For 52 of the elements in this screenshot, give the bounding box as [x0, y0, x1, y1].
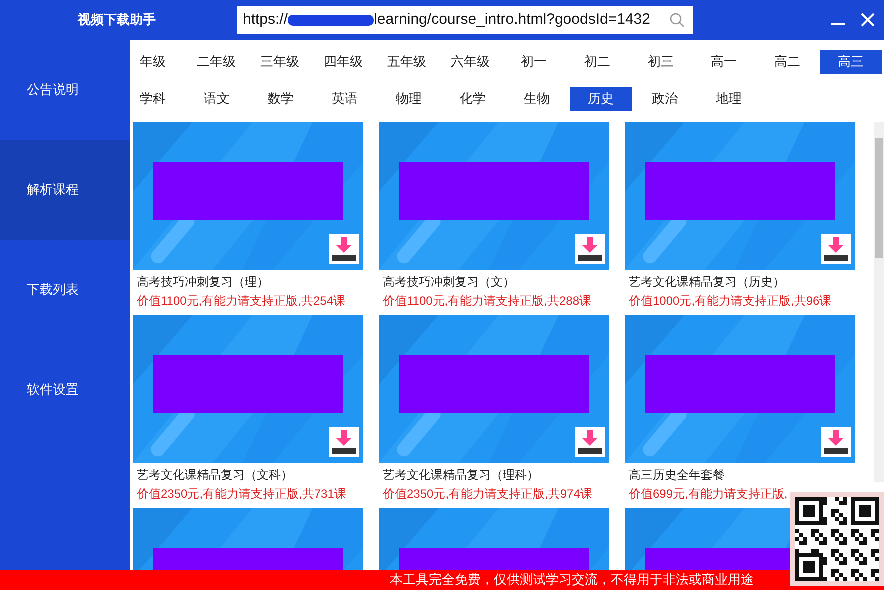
app-title: 视频下载助手 — [76, 11, 157, 30]
course-title[interactable]: 高考技巧冲刺复习（文） — [379, 270, 609, 291]
filter-option[interactable]: 二年级 — [186, 50, 248, 74]
url-field[interactable]: https:// learning/course_intro.html?goodsId=1432 — [237, 6, 693, 34]
filter-option[interactable]: 初三 — [630, 50, 692, 74]
search-icon[interactable] — [669, 12, 685, 28]
course-price: 价值1100元,有能力请支持正版,共288课 — [382, 293, 592, 310]
course-price: 价值1000元,有能力请支持正版,共96课 — [628, 293, 833, 310]
download-icon[interactable] — [821, 234, 851, 264]
filter-option[interactable]: 语文 — [186, 87, 248, 111]
filter-option[interactable]: 高三 — [820, 50, 882, 74]
footer-text: 本工具完全免费，仅供测试学习交流，不得用于非法或商业用途 — [389, 571, 754, 590]
filter-option[interactable]: 历史 — [570, 87, 632, 111]
download-icon[interactable] — [329, 427, 359, 457]
course-title[interactable]: 艺考文化课精品复习（历史） — [625, 270, 855, 291]
filter-option[interactable]: 英语 — [314, 87, 376, 111]
course-price: 价值2350元,有能力请支持正版,共731课 — [136, 486, 348, 503]
download-icon[interactable] — [821, 427, 851, 457]
sidebar-item[interactable]: 下载列表 — [0, 240, 130, 340]
download-icon[interactable] — [575, 234, 605, 264]
download-icon[interactable] — [575, 427, 605, 457]
filter-option[interactable]: 高二 — [756, 50, 818, 74]
url-prefix: https:// — [243, 10, 288, 30]
course-title[interactable]: 艺考文化课精品复习（文科） — [133, 463, 363, 484]
filter-option[interactable]: 生物 — [506, 87, 568, 111]
filter-option[interactable]: 物理 — [378, 87, 440, 111]
filter-option[interactable]: 地理 — [698, 87, 760, 111]
filter-label: 年级 — [139, 53, 167, 72]
course-title[interactable]: 高考技巧冲刺复习（理） — [133, 270, 363, 291]
scrollbar[interactable] — [874, 122, 884, 482]
filter-option[interactable]: 初二 — [566, 50, 628, 74]
filter-option[interactable]: 四年级 — [312, 50, 374, 74]
sidebar-item[interactable]: 解析课程 — [0, 140, 130, 240]
sidebar-item[interactable]: 软件设置 — [0, 340, 130, 440]
course-price: 价值1100元,有能力请支持正版,共254课 — [136, 293, 346, 310]
filter-option[interactable]: 数学 — [250, 87, 312, 111]
close-icon[interactable] — [860, 12, 876, 28]
course-price: 价值2350元,有能力请支持正版,共974课 — [382, 486, 594, 503]
course-title[interactable]: 艺考文化课精品复习（理科） — [379, 463, 609, 484]
sidebar-item[interactable]: 公告说明 — [0, 40, 130, 140]
course-price: 价值699元,有能力请支持正版, — [628, 486, 789, 503]
filter-option[interactable]: 五年级 — [376, 50, 438, 74]
download-icon[interactable] — [329, 234, 359, 264]
filter-option[interactable]: 高一 — [694, 50, 755, 74]
url-text: learning/course_intro.html?goodsId=1432 — [374, 10, 650, 30]
course-title[interactable]: 高三历史全年套餐 — [625, 463, 855, 484]
filter-option[interactable]: 化学 — [442, 87, 504, 111]
filter-option[interactable]: 六年级 — [440, 50, 502, 74]
filter-option[interactable]: 政治 — [634, 87, 696, 111]
filter-label: 学科 — [139, 90, 167, 108]
filter-option[interactable]: 三年级 — [249, 50, 311, 74]
filter-option[interactable]: 初一 — [503, 50, 565, 74]
